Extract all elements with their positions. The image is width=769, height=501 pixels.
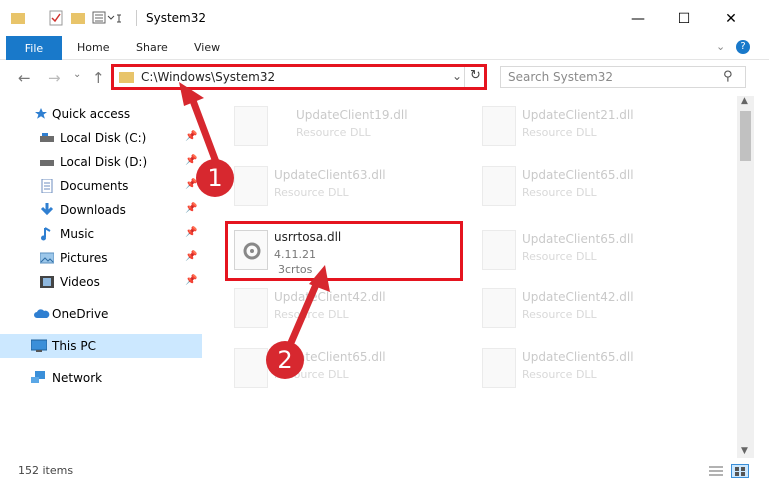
details-view-icon[interactable] (708, 465, 724, 480)
annotation-arrows (179, 82, 330, 349)
status-bar: 152 items (0, 458, 769, 501)
step-1-badge: 1 (196, 159, 234, 197)
chevron-up-icon[interactable]: ▲ (741, 96, 748, 106)
chevron-down-icon[interactable]: ▼ (741, 446, 748, 456)
large-icons-view-icon[interactable] (731, 464, 749, 478)
scrollbar-thumb[interactable] (740, 111, 751, 161)
vertical-scrollbar[interactable]: ▲ ▼ (737, 96, 754, 458)
item-count: 152 items (18, 464, 74, 477)
step-2-badge: 2 (266, 341, 304, 379)
